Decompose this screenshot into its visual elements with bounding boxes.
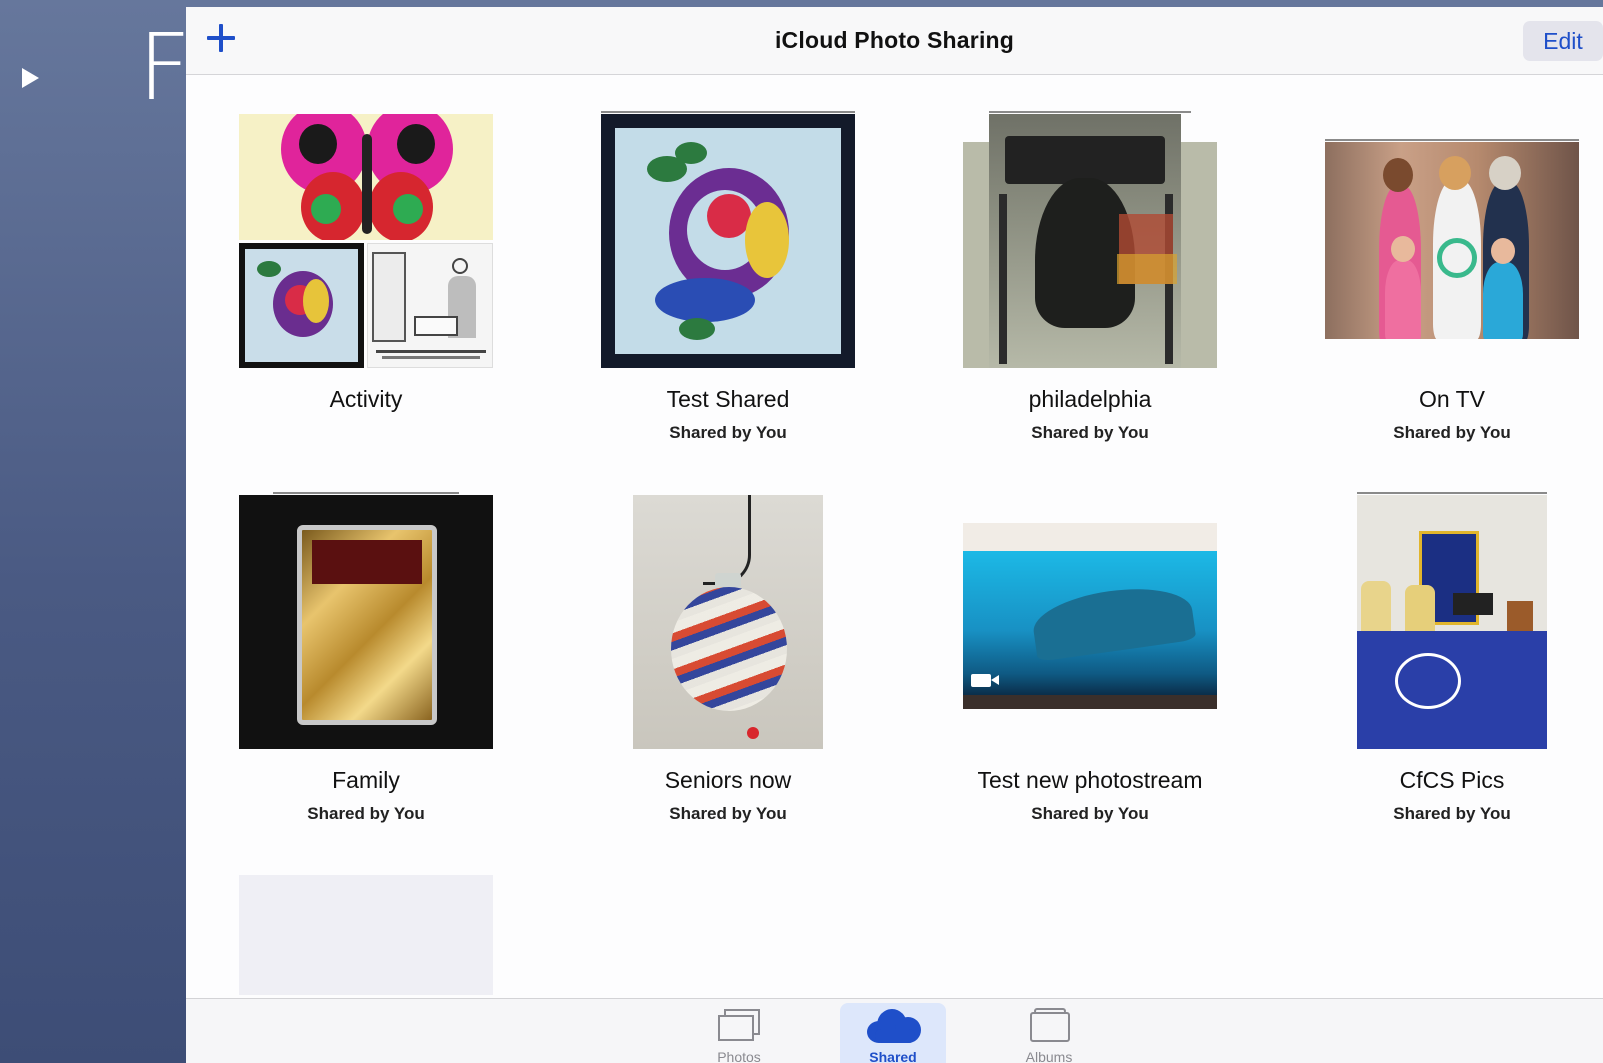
album-test-new-photostream[interactable]: Test new photostream Shared by You xyxy=(940,495,1240,824)
photos-icon xyxy=(718,1009,760,1041)
album-title: On TV xyxy=(1418,386,1486,412)
album-cfcs-pics[interactable]: CfCS Pics Shared by You xyxy=(1302,492,1602,824)
tab-label: Shared xyxy=(869,1049,917,1063)
meeting-photo xyxy=(1357,495,1547,749)
tab-shared[interactable]: Shared xyxy=(840,1003,946,1063)
video-thumbnail xyxy=(963,551,1217,695)
ornament-image xyxy=(633,495,823,749)
cloud-icon xyxy=(867,1007,921,1043)
album-family[interactable]: Family Shared by You xyxy=(216,492,516,824)
albums-icon xyxy=(1028,1008,1072,1044)
album-activity[interactable]: Activity xyxy=(216,114,516,423)
album-subtitle: Shared by You xyxy=(1031,804,1149,823)
album-thumbnail xyxy=(239,875,493,995)
liberty-bell-image xyxy=(989,114,1181,368)
video-camera-icon xyxy=(971,674,999,687)
background-letter: F xyxy=(138,14,191,121)
album-subtitle: Shared by You xyxy=(669,804,787,823)
album-test-shared[interactable]: Test Shared Shared by You xyxy=(578,111,878,443)
edit-button[interactable]: Edit xyxy=(1523,21,1603,61)
cartoon-image xyxy=(367,243,493,368)
album-title: Test Shared xyxy=(666,386,790,412)
screen: F iCloud Photo Sharing Edit Activity Tes… xyxy=(0,0,1603,1063)
tab-photos[interactable]: Photos xyxy=(686,1003,792,1063)
album-thumbnail xyxy=(1325,492,1579,749)
gold-card-image xyxy=(239,495,493,749)
album-title: CfCS Pics xyxy=(1399,767,1505,793)
album-title: Activity xyxy=(329,386,403,412)
butterfly-image xyxy=(239,114,493,240)
album-thumbnail xyxy=(1325,114,1579,368)
album-subtitle: Shared by You xyxy=(669,423,787,442)
paisley-image xyxy=(239,243,364,368)
album-thumbnail xyxy=(963,111,1217,368)
play-icon[interactable] xyxy=(22,68,39,88)
navigation-bar: iCloud Photo Sharing Edit xyxy=(186,7,1603,75)
shared-panel: iCloud Photo Sharing Edit Activity Test … xyxy=(186,7,1603,1063)
tab-label: Albums xyxy=(1025,1049,1073,1063)
album-on-tv[interactable]: On TV Shared by You xyxy=(1302,114,1602,443)
album-subtitle: Shared by You xyxy=(1393,423,1511,442)
page-title: iCloud Photo Sharing xyxy=(774,27,1015,53)
paisley-image xyxy=(601,114,855,368)
album-thumbnail xyxy=(601,111,855,368)
album-title: Family xyxy=(332,767,400,793)
tab-albums[interactable]: Albums xyxy=(996,1003,1102,1063)
album-thumbnail xyxy=(963,495,1217,749)
album-subtitle: Shared by You xyxy=(1393,804,1511,823)
album-seniors-now[interactable]: Seniors now Shared by You xyxy=(578,495,878,824)
album-title: Seniors now xyxy=(664,767,792,793)
album-subtitle: Shared by You xyxy=(307,804,425,823)
album-thumbnail xyxy=(239,114,493,368)
album-title: Test new photostream xyxy=(977,767,1203,793)
group-photo xyxy=(1325,142,1579,339)
album-subtitle: Shared by You xyxy=(1031,423,1149,442)
album-thumbnail xyxy=(239,492,493,749)
album-thumbnail xyxy=(601,495,855,749)
album-title: philadelphia xyxy=(1028,386,1152,412)
tab-bar: Photos Shared Albums xyxy=(186,998,1603,1063)
tab-label: Photos xyxy=(717,1049,761,1063)
album-untitled[interactable] xyxy=(216,875,516,995)
album-philadelphia[interactable]: philadelphia Shared by You xyxy=(940,111,1240,443)
